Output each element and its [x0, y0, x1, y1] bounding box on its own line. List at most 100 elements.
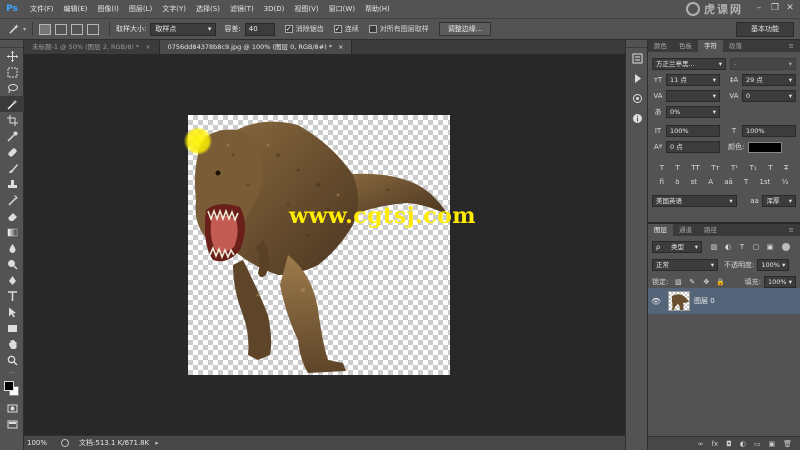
layer-row[interactable]: 👁 图层 0 [648, 288, 800, 314]
tracking-select[interactable]: 0 ▾ [742, 90, 796, 102]
opentype-button-2[interactable]: st [691, 178, 697, 186]
minimize-button[interactable]: – [752, 1, 766, 15]
crop-tool-icon[interactable] [0, 112, 24, 128]
menu-item-5[interactable]: 选择(S) [191, 0, 225, 18]
antialias-method-select[interactable]: 浑厚 ▾ [762, 195, 796, 207]
contiguous-option[interactable]: ✓ 连续 [333, 24, 359, 34]
restore-button[interactable]: ❐ [768, 1, 782, 15]
canvas-area[interactable]: www.cgtsj.com [24, 54, 625, 435]
marquee-tool-icon[interactable] [0, 64, 24, 80]
sample-all-layers-option[interactable]: 对所有图层取样 [368, 24, 429, 34]
tab-swatches[interactable]: 色板 [673, 40, 698, 52]
tab-layers[interactable]: 图层 [648, 224, 673, 236]
history-panel-icon[interactable] [626, 48, 648, 68]
layer-filter-select[interactable]: ρ 类型 ▾ [652, 241, 702, 253]
zoom-tool-icon[interactable] [0, 352, 24, 368]
opentype-button-7[interactable]: ½ [782, 178, 789, 186]
new-layer-icon[interactable]: ▣ [768, 440, 775, 448]
lock-all-icon[interactable]: 🔒 [714, 278, 726, 286]
dock-handle[interactable] [626, 40, 647, 48]
tool-preset-dropdown-icon[interactable]: ▾ [23, 26, 26, 33]
doc-tab-dinosaur[interactable]: 0756dd84378b8c9.jpg @ 100% (图层 0, RGB/8#… [159, 40, 353, 54]
brush-tool-icon[interactable] [0, 160, 24, 176]
screen-mode-icon[interactable] [0, 416, 24, 432]
new-selection-button[interactable] [39, 23, 52, 35]
tab-channels[interactable]: 通道 [673, 224, 698, 236]
filter-type-icon[interactable]: T [736, 243, 748, 251]
eyedropper-tool-icon[interactable] [0, 128, 24, 144]
link-layers-icon[interactable]: ∞ [698, 440, 704, 448]
magic-wand-tool-preset-icon[interactable] [6, 21, 22, 37]
pen-tool-icon[interactable] [0, 272, 24, 288]
close-button[interactable]: ✕ [783, 1, 797, 15]
gradient-tool-icon[interactable] [0, 224, 24, 240]
eye-icon[interactable]: 👁 [648, 297, 664, 306]
rectangle-tool-icon[interactable] [0, 320, 24, 336]
fill-input[interactable]: 100% ▾ [764, 276, 796, 288]
delete-layer-icon[interactable]: 🗑 [783, 440, 792, 448]
faux-style-button-7[interactable]: T̶ [784, 164, 788, 172]
lasso-tool-icon[interactable] [0, 80, 24, 96]
tolerance-input[interactable]: 40 [244, 22, 275, 36]
horizontal-scale-input[interactable]: 100% [742, 125, 796, 137]
tab-paths[interactable]: 路径 [698, 224, 723, 236]
faux-style-button-6[interactable]: T [768, 164, 772, 172]
faux-style-button-4[interactable]: T¹ [731, 164, 738, 172]
close-tab-icon[interactable]: × [145, 43, 150, 51]
add-to-selection-button[interactable] [55, 23, 68, 35]
status-info-icon[interactable] [61, 439, 70, 447]
magic-wand-tool-icon[interactable] [0, 96, 24, 112]
filter-smart-object-icon[interactable]: ▣ [764, 243, 776, 251]
refine-edge-button[interactable]: 调整边缘... [438, 22, 492, 36]
dodge-tool-icon[interactable] [0, 256, 24, 272]
doc-tab-untitled[interactable]: 未标题-1 @ 50% (图层 2, RGB/8) * × [24, 40, 160, 54]
panel-menu-icon[interactable]: ≡ [783, 40, 800, 52]
workspace-switcher[interactable]: 基本功能 [736, 22, 794, 37]
baseline-shift-input[interactable]: 0 点 [666, 141, 720, 153]
contiguous-checkbox[interactable]: ✓ [333, 25, 342, 33]
menu-item-6[interactable]: 滤镜(T) [225, 0, 259, 18]
foreground-color-swatch[interactable] [4, 381, 14, 391]
sample-all-layers-checkbox[interactable] [368, 25, 377, 33]
lock-image-icon[interactable]: ✎ [686, 278, 698, 286]
zoom-level[interactable]: 100% [27, 439, 47, 447]
faux-style-button-1[interactable]: T [676, 164, 680, 172]
filter-shape-icon[interactable]: ▢ [750, 243, 762, 251]
faux-style-button-0[interactable]: T [660, 164, 664, 172]
hand-tool-icon[interactable] [0, 336, 24, 352]
menu-item-8[interactable]: 视图(V) [289, 0, 323, 18]
font-family-select[interactable]: 方正兰亭黑... ▾ [652, 58, 726, 70]
menu-item-1[interactable]: 编辑(E) [59, 0, 93, 18]
opentype-button-4[interactable]: aā [724, 178, 733, 186]
faux-style-button-3[interactable]: Tт [711, 164, 719, 172]
tab-paragraph[interactable]: 段落 [723, 40, 748, 52]
antialias-checkbox[interactable]: ✓ [284, 25, 293, 33]
panel-menu-icon[interactable]: ≡ [783, 224, 800, 236]
document-canvas[interactable] [184, 115, 450, 375]
menu-item-3[interactable]: 图层(L) [124, 0, 157, 18]
blur-tool-icon[interactable] [0, 240, 24, 256]
faux-style-button-5[interactable]: T₁ [750, 164, 757, 172]
history-brush-tool-icon[interactable] [0, 192, 24, 208]
opentype-button-3[interactable]: A [708, 178, 713, 186]
tab-character[interactable]: 字符 [698, 40, 723, 52]
opentype-button-1[interactable]: ꝺ [675, 178, 679, 187]
tab-color[interactable]: 颜色 [648, 40, 673, 52]
menu-item-2[interactable]: 图像(I) [92, 0, 124, 18]
text-color-swatch[interactable] [748, 141, 783, 153]
filter-pixel-icon[interactable]: ▨ [708, 243, 720, 251]
layer-style-icon[interactable]: fx [712, 440, 719, 448]
actions-panel-icon[interactable] [626, 68, 648, 88]
menu-item-0[interactable]: 文件(F) [25, 0, 59, 18]
type-tool-icon[interactable] [0, 288, 24, 304]
info-panel-icon[interactable] [626, 108, 648, 128]
blend-mode-select[interactable]: 正常 ▾ [652, 259, 718, 271]
menu-item-9[interactable]: 窗口(W) [324, 0, 360, 18]
font-size-select[interactable]: 11 点 ▾ [666, 74, 720, 86]
intersect-selection-button[interactable] [87, 23, 100, 35]
sample-size-select[interactable]: 取样点 ▾ [150, 22, 217, 36]
leading-select[interactable]: 29 点 ▾ [742, 74, 796, 86]
lock-position-icon[interactable]: ✥ [700, 278, 712, 286]
adjustment-layer-icon[interactable]: ◐ [740, 440, 746, 448]
status-menu-arrow-icon[interactable]: ▸ [155, 439, 159, 447]
